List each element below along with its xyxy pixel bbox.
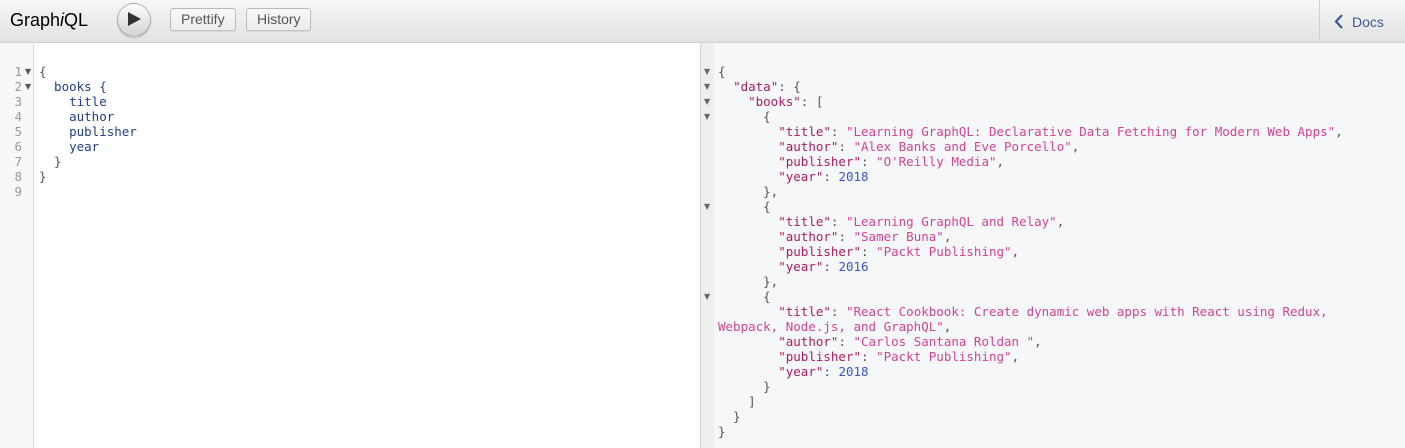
fold-arrow-icon[interactable]: ▼	[704, 109, 710, 124]
json-line: {	[718, 64, 726, 79]
line-number: 5	[14, 124, 22, 139]
query-field-publisher: publisher	[39, 124, 137, 139]
query-line: {	[39, 64, 47, 79]
line-number: 3	[14, 94, 22, 109]
json-line: "data": {	[733, 79, 801, 94]
line-number: 1	[14, 64, 22, 79]
graphiql-logo: GraphiQL	[10, 10, 88, 31]
json-line: {	[718, 199, 771, 214]
prettify-button[interactable]: Prettify	[170, 8, 236, 31]
book-year: 2018	[838, 169, 869, 184]
query-field-author: author	[39, 109, 115, 124]
json-line: "year": 2018	[778, 364, 869, 379]
query-field-title: title	[39, 94, 107, 109]
docs-label: Docs	[1352, 14, 1384, 30]
json-line: "year": 2018	[778, 169, 869, 184]
json-line: {	[718, 109, 771, 124]
book-year: 2018	[838, 364, 869, 379]
query-line: books {	[39, 79, 107, 94]
book-author: Carlos Santana Roldan	[861, 334, 1027, 349]
result-viewer: { "data": { "books": [ { "title": "Learn…	[714, 43, 1405, 448]
line-number: 9	[14, 184, 22, 199]
query-field-year: year	[39, 139, 100, 154]
json-line: "title": "Learning GraphQL and Relay",	[778, 214, 1065, 229]
json-line: }	[718, 424, 726, 439]
book-author: Alex Banks and Eve Porcello	[861, 139, 1065, 154]
json-line: "title": "Learning GraphQL: Declarative …	[778, 124, 1343, 139]
json-line: },	[718, 274, 779, 289]
logo-text-prefix: Graph	[10, 10, 61, 30]
docs-button[interactable]: Docs	[1319, 0, 1405, 43]
book-publisher: O'Reilly Media	[883, 154, 989, 169]
play-icon	[128, 12, 141, 26]
line-number: 8	[14, 169, 22, 184]
toolbar: GraphiQL Prettify History Docs	[0, 0, 1405, 43]
book-author: Samer Buna	[861, 229, 937, 244]
history-button[interactable]: History	[246, 8, 311, 31]
line-number: 2	[14, 79, 22, 94]
json-line: },	[718, 184, 779, 199]
book-title: Learning GraphQL and Relay	[853, 214, 1050, 229]
fold-arrow-icon[interactable]: ▼	[25, 79, 31, 94]
json-line: "books": [	[748, 94, 824, 109]
query-line-text: books {	[39, 79, 107, 94]
fold-arrow-icon[interactable]: ▼	[704, 64, 710, 79]
json-line: "author": "Samer Buna",	[778, 229, 952, 244]
line-number: 7	[14, 154, 22, 169]
json-line: "publisher": "Packt Publishing",	[778, 244, 1020, 259]
json-line: "year": 2016	[778, 259, 869, 274]
line-number-gutter: 1 2 3 4 5 6 7 8 9 ▼ ▼	[0, 43, 34, 448]
json-line: "title": "React Cookbook: Create dynamic…	[718, 304, 1336, 334]
fold-arrow-icon[interactable]: ▼	[704, 79, 710, 94]
book-title: Learning GraphQL: Declarative Data Fetch…	[853, 124, 1328, 139]
query-line: }	[39, 154, 62, 169]
book-publisher: Packt Publishing	[883, 244, 1005, 259]
json-line: ]	[718, 394, 756, 409]
json-line: "author": "Carlos Santana Roldan ",	[778, 334, 1042, 349]
book-year: 2016	[838, 259, 869, 274]
line-number: 6	[14, 139, 22, 154]
query-editor[interactable]: 1 2 3 4 5 6 7 8 9 ▼ ▼ { books { title au…	[0, 43, 700, 448]
json-line: "author": "Alex Banks and Eve Porcello",	[778, 139, 1080, 154]
json-line: "publisher": "Packt Publishing",	[778, 349, 1020, 364]
fold-arrow-icon[interactable]: ▼	[704, 199, 710, 214]
book-publisher: Packt Publishing	[883, 349, 1005, 364]
fold-arrow-icon[interactable]: ▼	[25, 64, 31, 79]
chevron-left-icon	[1334, 14, 1343, 29]
logo-text-suffix: QL	[64, 10, 89, 30]
json-line: }	[718, 409, 741, 424]
fold-arrow-icon[interactable]: ▼	[704, 94, 710, 109]
execute-query-button[interactable]	[117, 3, 151, 37]
json-line: "publisher": "O'Reilly Media",	[778, 154, 1005, 169]
json-line: {	[718, 289, 771, 304]
fold-arrow-icon[interactable]: ▼	[704, 289, 710, 304]
line-number: 4	[14, 109, 22, 124]
query-line: }	[39, 169, 47, 184]
json-line: }	[718, 379, 771, 394]
